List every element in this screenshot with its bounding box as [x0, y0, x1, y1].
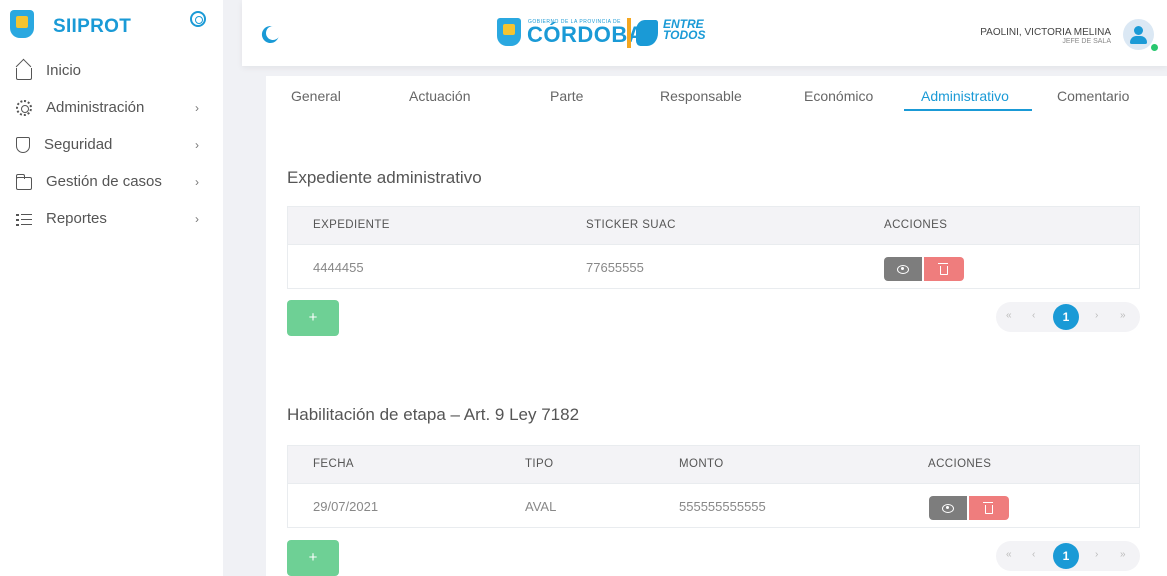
column-header: MONTO — [679, 458, 724, 470]
tab-comentario[interactable]: Comentario — [1057, 88, 1129, 104]
brand-logo-icon — [10, 10, 34, 38]
habilitacion-table: FECHA TIPO MONTO ACCIONES 29/07/2021 AVA… — [287, 445, 1140, 528]
online-status-icon — [1150, 43, 1159, 52]
chevron-right-icon: › — [195, 212, 199, 226]
logo-divider — [627, 18, 631, 48]
table-row: 29/07/2021 AVAL 555555555555 — [288, 483, 1139, 528]
gov-motto: ENTRE TODOS — [663, 17, 706, 42]
column-header: STICKER SUAC — [586, 219, 676, 231]
column-header: FECHA — [313, 458, 354, 470]
sidebar-item-inicio[interactable]: Inicio — [0, 52, 223, 89]
sidebar-item-label: Inicio — [46, 62, 82, 79]
province-map-icon — [636, 20, 658, 46]
column-header: EXPEDIENTE — [313, 219, 390, 231]
gear-icon — [16, 99, 32, 116]
column-header: TIPO — [525, 458, 554, 470]
shield-icon — [16, 136, 30, 153]
top-bar: GOBIERNO DE LA PROVINCIA DE CÓRDOBA ENTR… — [242, 0, 1167, 66]
sidebar-nav: Inicio Administración › Seguridad › Gest… — [0, 52, 223, 237]
chevron-right-icon: › — [195, 101, 199, 115]
habilitacion-pagination: « ‹ 1 › » — [996, 541, 1140, 571]
sidebar: SIIPROT Inicio Administración › Segurida… — [0, 0, 223, 576]
first-page-button[interactable]: « — [1006, 310, 1012, 321]
brand: SIIPROT — [10, 10, 215, 44]
folder-icon — [15, 174, 32, 190]
sidebar-item-reportes[interactable]: Reportes › — [0, 200, 223, 237]
add-expediente-button[interactable]: + — [287, 300, 339, 336]
chevron-right-icon: › — [195, 138, 199, 152]
expediente-table: EXPEDIENTE STICKER SUAC ACCIONES 4444455… — [287, 206, 1140, 289]
tab-bar: General Actuación Parte Responsable Econ… — [266, 76, 1167, 116]
sidebar-item-administracion[interactable]: Administración › — [0, 89, 223, 126]
government-logo: GOBIERNO DE LA PROVINCIA DE CÓRDOBA ENTR… — [497, 18, 705, 48]
cell-fecha: 29/07/2021 — [313, 499, 379, 514]
prev-page-button[interactable]: ‹ — [1032, 310, 1035, 321]
cell-sticker: 77655555 — [586, 260, 644, 275]
active-tab-indicator — [904, 109, 1032, 111]
chevron-right-icon: › — [195, 175, 199, 189]
last-page-button[interactable]: » — [1120, 549, 1126, 560]
cell-tipo: AVAL — [525, 499, 557, 514]
tab-responsable[interactable]: Responsable — [660, 88, 742, 104]
delete-button[interactable] — [969, 496, 1009, 520]
last-page-button[interactable]: » — [1120, 310, 1126, 321]
content-card: General Actuación Parte Responsable Econ… — [266, 76, 1167, 576]
delete-button[interactable] — [924, 257, 964, 281]
sidebar-toggle-icon[interactable] — [190, 11, 206, 27]
tab-economico[interactable]: Económico — [804, 88, 873, 104]
next-page-button[interactable]: › — [1095, 310, 1098, 321]
brand-name: SIIPROT — [53, 16, 132, 37]
sidebar-item-label: Seguridad — [44, 136, 113, 153]
cell-monto: 555555555555 — [679, 499, 766, 514]
first-page-button[interactable]: « — [1006, 549, 1012, 560]
sidebar-item-label: Reportes — [46, 210, 107, 227]
table-header: EXPEDIENTE STICKER SUAC ACCIONES — [288, 207, 1139, 244]
view-button[interactable] — [884, 257, 922, 281]
moon-icon[interactable] — [263, 23, 282, 42]
habilitacion-section-title: Habilitación de etapa – Art. 9 Ley 7182 — [287, 405, 580, 424]
sidebar-item-gestion-casos[interactable]: Gestión de casos › — [0, 163, 223, 200]
current-page-button[interactable]: 1 — [1053, 304, 1079, 330]
column-header: ACCIONES — [884, 219, 948, 231]
tab-parte[interactable]: Parte — [550, 88, 583, 104]
sidebar-item-label: Administración — [46, 99, 145, 116]
list-icon — [16, 211, 32, 227]
user-role: JEFE DE SALA — [1062, 38, 1111, 45]
tab-administrativo[interactable]: Administrativo — [921, 88, 1009, 104]
sidebar-item-label: Gestión de casos — [46, 173, 162, 190]
tab-general[interactable]: General — [291, 88, 341, 104]
table-row: 4444455 77655555 — [288, 244, 1139, 289]
cell-expediente: 4444455 — [313, 260, 364, 275]
next-page-button[interactable]: › — [1095, 549, 1098, 560]
add-habilitacion-button[interactable]: + — [287, 540, 339, 576]
table-header: FECHA TIPO MONTO ACCIONES — [288, 446, 1139, 483]
current-page-button[interactable]: 1 — [1053, 543, 1079, 569]
home-icon — [16, 67, 32, 80]
column-header: ACCIONES — [928, 458, 992, 470]
tab-actuacion[interactable]: Actuación — [409, 88, 470, 104]
sidebar-item-seguridad[interactable]: Seguridad › — [0, 126, 223, 163]
expediente-pagination: « ‹ 1 › » — [996, 302, 1140, 332]
view-button[interactable] — [929, 496, 967, 520]
cordoba-emblem-icon — [497, 18, 521, 46]
user-name: PAOLINI, VICTORIA MELINA — [980, 27, 1111, 38]
prev-page-button[interactable]: ‹ — [1032, 549, 1035, 560]
expediente-section-title: Expediente administrativo — [287, 168, 482, 187]
